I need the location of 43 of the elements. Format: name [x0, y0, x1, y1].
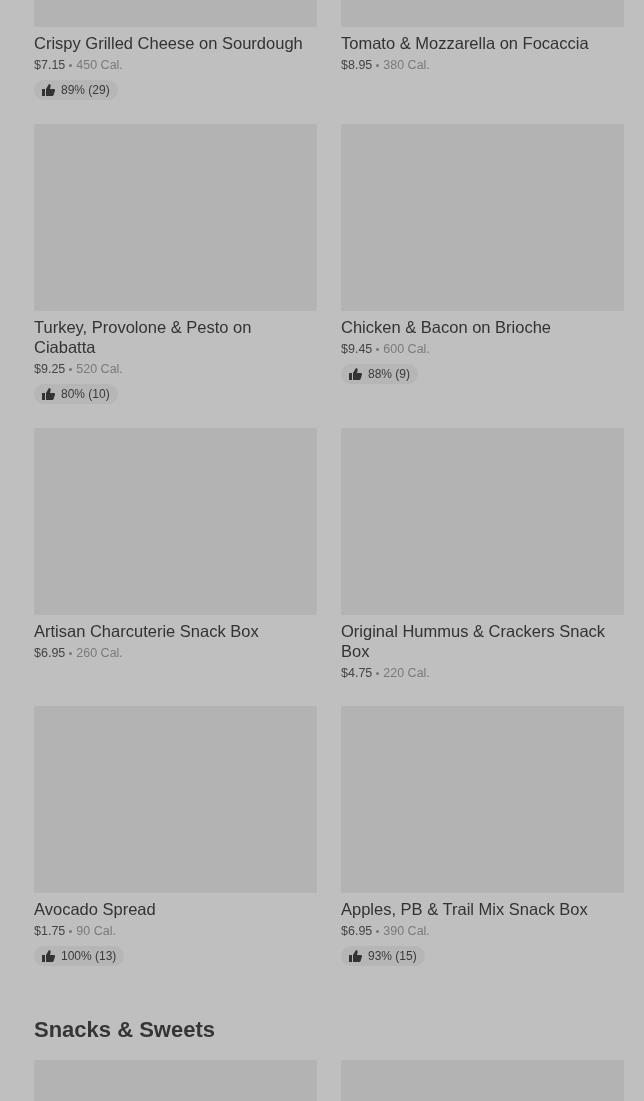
- separator-dot-icon: [376, 671, 380, 675]
- separator-dot-icon: [376, 63, 380, 67]
- section-heading: Snacks & Sweets: [34, 1016, 216, 1044]
- product-calories: 380 Cal.: [383, 57, 430, 74]
- separator-dot-icon: [69, 651, 73, 655]
- rating-badge: 80% (10): [34, 384, 118, 404]
- thumbs-up-icon: [349, 368, 362, 380]
- product-name[interactable]: Apples, PB & Trail Mix Snack Box: [341, 899, 588, 919]
- product-price: $9.45: [341, 341, 373, 358]
- product-price: $6.95: [34, 645, 66, 662]
- separator-dot-icon: [69, 929, 73, 933]
- product-name[interactable]: Avocado Spread: [34, 899, 156, 919]
- product-name[interactable]: Tomato & Mozzarella on Focaccia: [341, 33, 589, 53]
- product-price: $8.95: [341, 57, 373, 74]
- separator-dot-icon: [69, 63, 73, 67]
- separator-dot-icon: [376, 929, 380, 933]
- product-price: $4.75: [341, 665, 373, 682]
- product-price: $7.15: [34, 57, 66, 74]
- product-calories: 520 Cal.: [76, 361, 123, 378]
- product-price: $1.75: [34, 923, 66, 940]
- thumbs-up-icon: [42, 950, 55, 962]
- product-price: $6.95: [341, 923, 373, 940]
- product-name[interactable]: Artisan Charcuterie Snack Box: [34, 621, 259, 641]
- product-name[interactable]: Turkey, Provolone & Pesto on Ciabatta: [34, 317, 317, 357]
- product-name[interactable]: Chicken & Bacon on Brioche: [341, 317, 552, 337]
- product-calories: 450 Cal.: [76, 57, 123, 74]
- product-name[interactable]: Crispy Grilled Cheese on Sourdough: [34, 33, 303, 53]
- product-calories: 260 Cal.: [76, 645, 123, 662]
- product-calories: 600 Cal.: [383, 341, 430, 358]
- product-calories: 390 Cal.: [383, 923, 430, 940]
- product-price: $9.25: [34, 361, 66, 378]
- thumbs-up-icon: [349, 950, 362, 962]
- rating-badge: 89% (29): [34, 80, 118, 100]
- thumbs-up-icon: [42, 84, 55, 96]
- product-calories: 220 Cal.: [383, 665, 430, 682]
- product-calories: 90 Cal.: [76, 923, 116, 940]
- rating-badge: 88% (9): [341, 364, 419, 384]
- product-name[interactable]: Original Hummus & Crackers Snack Box: [341, 621, 624, 661]
- separator-dot-icon: [376, 347, 380, 351]
- rating-badge: 93% (15): [341, 946, 425, 966]
- thumbs-up-icon: [42, 388, 55, 400]
- rating-badge: 100% (13): [34, 946, 125, 966]
- separator-dot-icon: [69, 367, 73, 371]
